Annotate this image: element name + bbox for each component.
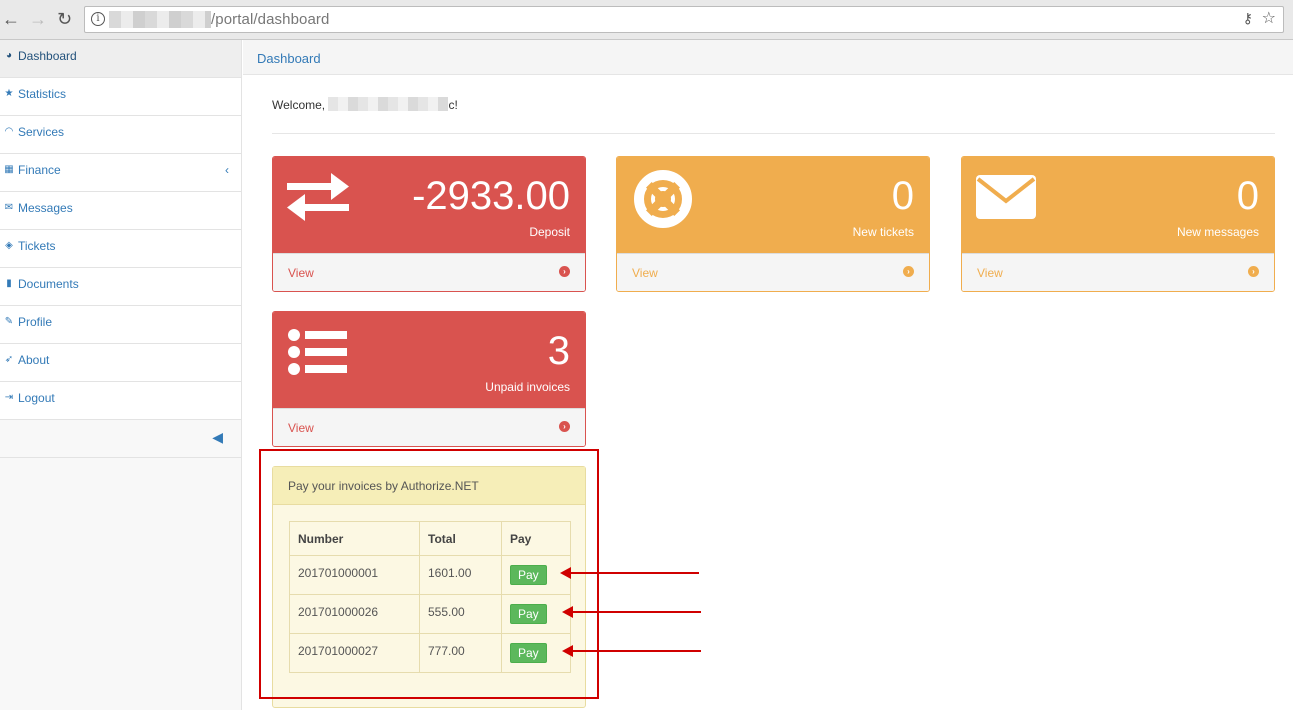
tickets-label: New tickets <box>852 225 914 239</box>
view-link-text[interactable]: View <box>288 421 314 435</box>
sidebar-item-label: About <box>18 353 50 367</box>
document-icon: ▮ <box>6 278 12 289</box>
annotation-arrow <box>562 606 701 618</box>
sign-out-icon: ⇥ <box>4 392 14 403</box>
view-link-text[interactable]: View <box>632 266 658 280</box>
ticket-icon: ◈ <box>5 240 13 251</box>
sidebar-item-label: Documents <box>18 277 79 291</box>
life-ring-icon <box>634 170 692 228</box>
invoices-view-link[interactable]: View › <box>273 408 585 446</box>
breadcrumb-dashboard[interactable]: Dashboard <box>257 51 321 66</box>
card-header: 3 Unpaid invoices <box>273 312 585 408</box>
welcome-suffix: c! <box>448 98 458 112</box>
arrow-circle-right-icon[interactable]: › <box>903 266 914 277</box>
sidebar-item-label: Dashboard <box>18 49 77 63</box>
url-path: /portal/dashboard <box>211 11 330 28</box>
star-icon: ★ <box>4 88 14 99</box>
sidebar-item-finance[interactable]: ▦ Finance ‹ <box>0 154 241 192</box>
messages-view-link[interactable]: View › <box>962 253 1274 291</box>
exchange-icon <box>287 173 349 221</box>
divider <box>272 133 1275 134</box>
deposit-value: -2933.00 <box>412 174 570 218</box>
sidebar-item-label: Statistics <box>18 87 67 101</box>
redacted-host <box>109 11 211 28</box>
sidebar: ◕ Dashboard ★ Statistics ◠ Services ▦ Fi… <box>0 40 242 710</box>
sidebar-collapse-button[interactable]: ◀ <box>0 420 241 458</box>
bookmark-star-icon[interactable]: ☆ <box>1262 8 1276 28</box>
welcome-message: Welcome, c! <box>272 97 458 112</box>
arrow-circle-right-icon[interactable]: › <box>559 421 570 432</box>
sidebar-item-label: Logout <box>18 391 55 405</box>
sidebar-item-statistics[interactable]: ★ Statistics <box>0 78 241 116</box>
messages-value: 0 <box>1236 174 1259 218</box>
highlight-box <box>259 449 599 699</box>
sidebar-item-documents[interactable]: ▮ Documents <box>0 268 241 306</box>
chevron-left-icon[interactable]: ‹ <box>225 154 229 186</box>
annotation-arrow <box>562 645 701 657</box>
pencil-icon: ✎ <box>4 316 14 327</box>
tickets-card: 0 New tickets View › <box>616 156 930 292</box>
reload-icon[interactable]: ↻ <box>57 9 72 29</box>
arrow-circle-right-icon[interactable]: › <box>559 266 570 277</box>
messages-label: New messages <box>1176 225 1259 239</box>
sidebar-item-label: Finance <box>18 163 61 177</box>
sidebar-item-label: Profile <box>18 315 53 329</box>
view-link-text[interactable]: View <box>288 266 314 280</box>
messages-card: 0 New messages View › <box>961 156 1275 292</box>
sidebar-item-label: Messages <box>18 201 73 215</box>
rocket-icon: ➶ <box>4 354 14 365</box>
browser-toolbar: ← → ↻ i /portal/dashboard ⚷ ☆ <box>0 0 1293 40</box>
sidebar-item-label: Services <box>18 125 65 139</box>
invoices-label: Unpaid invoices <box>485 380 570 394</box>
dashboard-icon: ◕ <box>5 50 13 61</box>
info-icon[interactable]: i <box>91 12 105 26</box>
sidebar-item-logout[interactable]: ⇥ Logout <box>0 382 241 420</box>
deposit-card: -2933.00 Deposit View › <box>272 156 586 292</box>
view-link-text[interactable]: View <box>977 266 1003 280</box>
envelope-icon: ✉ <box>4 202 14 213</box>
arrow-left-icon: ◀ <box>212 429 223 445</box>
key-icon[interactable]: ⚷ <box>1243 10 1253 27</box>
tickets-view-link[interactable]: View › <box>617 253 929 291</box>
sidebar-item-dashboard[interactable]: ◕ Dashboard <box>0 40 241 78</box>
back-arrow-icon[interactable]: ← <box>2 9 20 29</box>
address-bar[interactable]: i /portal/dashboard ⚷ ☆ <box>84 6 1284 33</box>
forward-arrow-icon[interactable]: → <box>29 9 47 29</box>
calculator-icon: ▦ <box>4 164 14 175</box>
invoices-value: 3 <box>547 329 570 373</box>
tickets-value: 0 <box>891 174 914 218</box>
deposit-view-link[interactable]: View › <box>273 253 585 291</box>
sidebar-item-profile[interactable]: ✎ Profile <box>0 306 241 344</box>
card-header: 0 New messages <box>962 157 1274 253</box>
sidebar-item-messages[interactable]: ✉ Messages <box>0 192 241 230</box>
envelope-icon <box>976 175 1036 219</box>
arrow-circle-right-icon[interactable]: › <box>1248 266 1259 277</box>
card-header: -2933.00 Deposit <box>273 157 585 253</box>
deposit-label: Deposit <box>529 225 570 239</box>
sidebar-item-services[interactable]: ◠ Services <box>0 116 241 154</box>
invoices-card: 3 Unpaid invoices View › <box>272 311 586 447</box>
breadcrumb: Dashboard <box>243 40 1293 75</box>
list-icon <box>288 329 347 375</box>
redacted-username <box>328 97 449 111</box>
welcome-prefix: Welcome, <box>272 98 326 112</box>
sidebar-item-about[interactable]: ➶ About <box>0 344 241 382</box>
sidebar-item-label: Tickets <box>18 239 56 253</box>
wifi-icon: ◠ <box>4 126 14 137</box>
card-header: 0 New tickets <box>617 157 929 253</box>
sidebar-item-tickets[interactable]: ◈ Tickets <box>0 230 241 268</box>
annotation-arrow <box>560 567 699 579</box>
